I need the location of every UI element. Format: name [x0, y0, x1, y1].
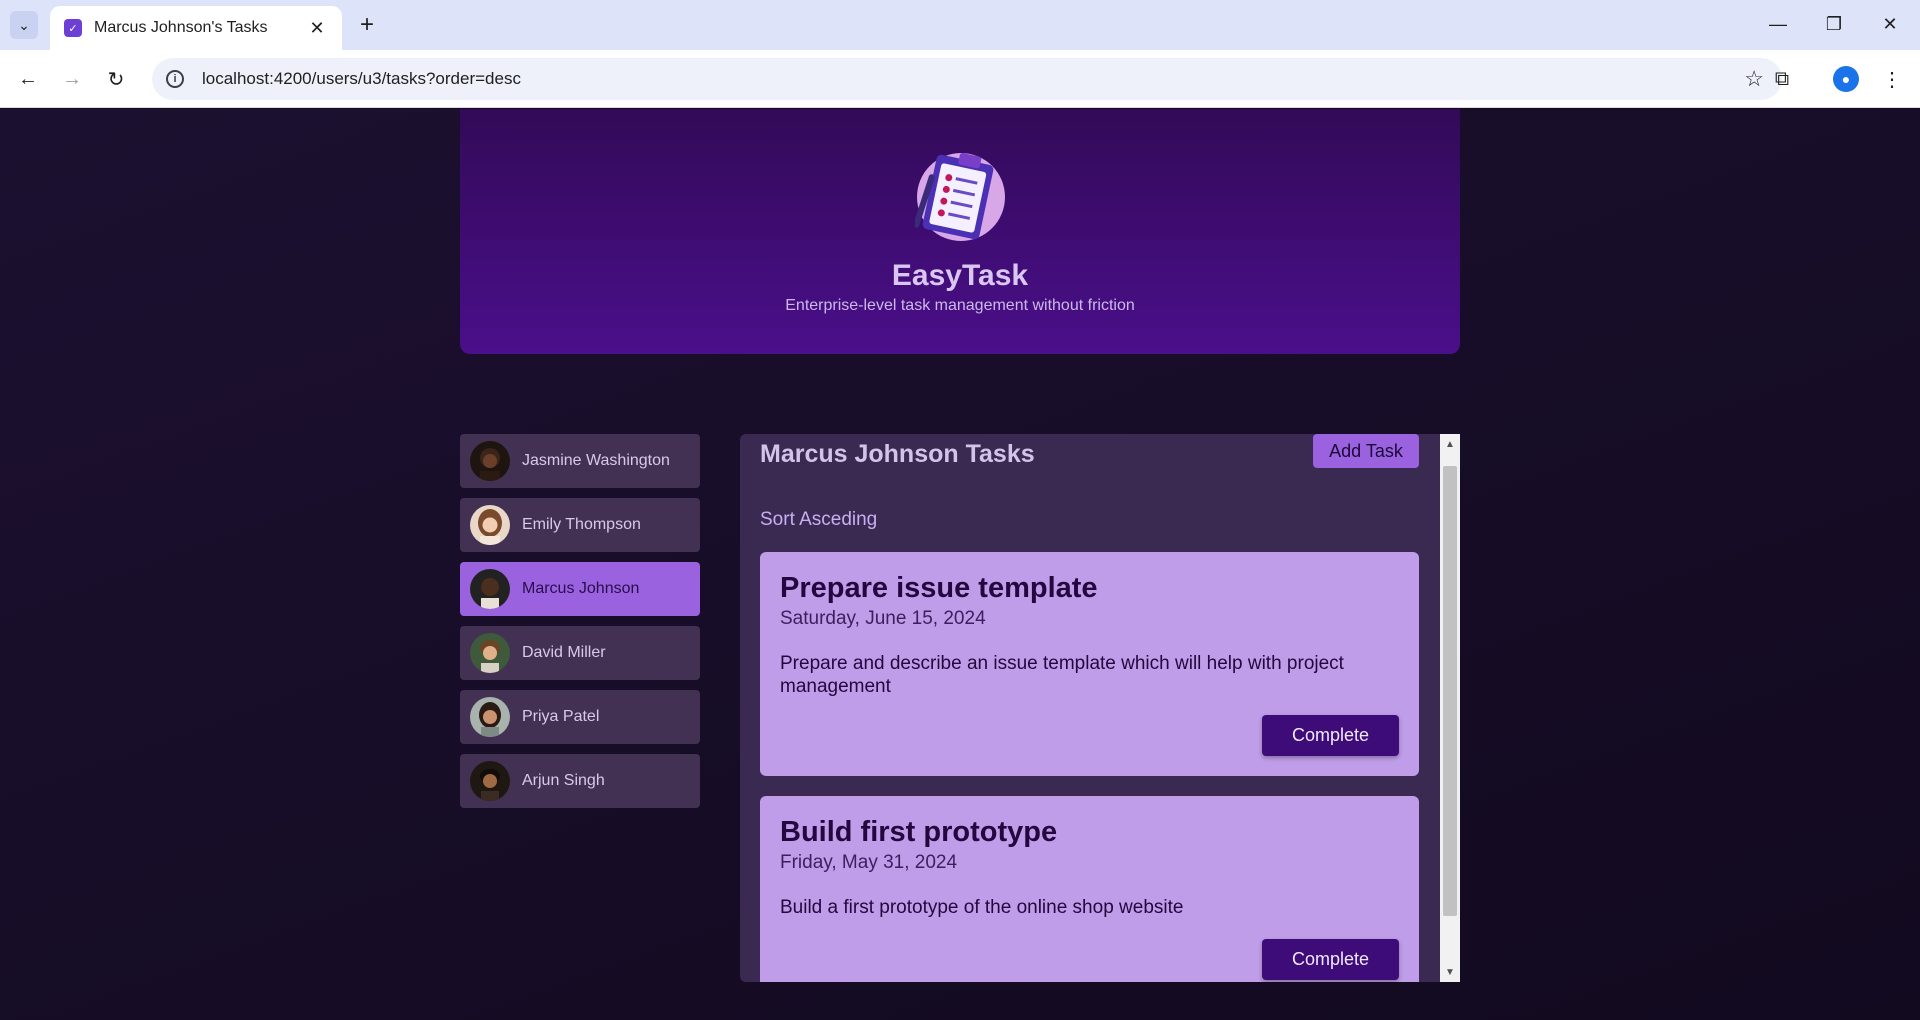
user-item-arjun-singh[interactable]: Arjun Singh — [460, 754, 700, 808]
close-tab-icon[interactable]: ✕ — [306, 18, 328, 39]
user-name: David Miller — [522, 644, 606, 661]
profile-avatar[interactable]: ● — [1830, 63, 1862, 95]
user-name: Marcus Johnson — [522, 580, 640, 597]
app-page: EasyTask Enterprise-level task managemen… — [0, 109, 1920, 1020]
user-item-marcus-johnson[interactable]: Marcus Johnson — [460, 562, 700, 616]
app-tagline: Enterprise-level task management without… — [785, 297, 1135, 314]
add-task-button[interactable]: Add Task — [1313, 434, 1419, 468]
url-text[interactable]: localhost:4200/users/u3/tasks?order=desc — [202, 69, 1744, 89]
app-brand: EasyTask — [891, 259, 1029, 292]
complete-button[interactable]: Complete — [1262, 939, 1399, 980]
address-bar[interactable]: i localhost:4200/users/u3/tasks?order=de… — [152, 58, 1782, 100]
restore-icon[interactable]: ❐ — [1814, 8, 1854, 40]
scroll-thumb[interactable] — [1443, 466, 1457, 916]
task-date: Saturday, June 15, 2024 — [780, 608, 986, 629]
avatar — [470, 697, 510, 737]
user-item-priya-patel[interactable]: Priya Patel — [460, 690, 700, 744]
tasks-scroll-area[interactable]: Marcus Johnson Tasks Add Task Sort Asced… — [740, 434, 1440, 982]
tab-list-icon[interactable]: ⌄ — [10, 11, 38, 39]
clipboard-favicon-icon: ✓ — [64, 19, 82, 37]
browser-tabbar: ⌄ ✓ Marcus Johnson's Tasks ✕ + — ❐ ✕ — [0, 0, 1920, 50]
close-window-icon[interactable]: ✕ — [1870, 8, 1910, 40]
avatar — [470, 761, 510, 801]
menu-kebab-icon[interactable]: ⋮ — [1876, 63, 1908, 95]
user-list: Jasmine Washington Emily Thompson Marcus… — [460, 434, 700, 818]
site-info-icon[interactable]: i — [166, 70, 184, 88]
bookmark-star-icon[interactable]: ☆ — [1744, 66, 1764, 92]
user-name: Jasmine Washington — [522, 452, 670, 469]
user-item-jasmine-washington[interactable]: Jasmine Washington — [460, 434, 700, 488]
user-name: Emily Thompson — [522, 516, 641, 533]
tasks-title: Marcus Johnson Tasks — [760, 440, 1035, 468]
scroll-up-arrow-icon[interactable]: ▲ — [1440, 434, 1460, 454]
user-item-david-miller[interactable]: David Miller — [460, 626, 700, 680]
avatar — [470, 441, 510, 481]
sort-toggle-link[interactable]: Sort Asceding — [760, 509, 877, 531]
extensions-icon[interactable]: ⧉ — [1766, 63, 1798, 95]
task-description: Build a first prototype of the online sh… — [780, 897, 1184, 918]
task-title: Build first prototype — [780, 816, 1058, 848]
forward-icon[interactable]: → — [56, 63, 88, 95]
task-description: Prepare and describe an issue template w… — [780, 653, 1344, 697]
user-name: Priya Patel — [522, 708, 600, 725]
user-name: Arjun Singh — [522, 772, 605, 789]
minimize-icon[interactable]: — — [1758, 8, 1798, 40]
task-card: Prepare issue template Saturday, June 15… — [760, 552, 1419, 776]
task-card: Build first prototype Friday, May 31, 20… — [760, 796, 1419, 982]
tab-title: Marcus Johnson's Tasks — [94, 19, 268, 36]
reload-icon[interactable]: ↻ — [100, 63, 132, 95]
profile-icon: ● — [1833, 66, 1859, 92]
clipboard-logo-icon — [915, 153, 1005, 241]
scroll-down-arrow-icon[interactable]: ▼ — [1440, 962, 1460, 982]
browser-tab[interactable]: ✓ Marcus Johnson's Tasks ✕ — [50, 6, 342, 50]
new-tab-icon[interactable]: + — [352, 10, 382, 40]
tasks-scrollbar[interactable]: ▲ ▼ — [1440, 434, 1460, 982]
browser-toolbar: ← → ↻ i localhost:4200/users/u3/tasks?or… — [0, 50, 1920, 108]
user-item-emily-thompson[interactable]: Emily Thompson — [460, 498, 700, 552]
avatar — [470, 569, 510, 609]
avatar — [470, 633, 510, 673]
back-icon[interactable]: ← — [12, 63, 44, 95]
complete-button[interactable]: Complete — [1262, 715, 1399, 756]
avatar — [470, 505, 510, 545]
task-date: Friday, May 31, 2024 — [780, 852, 958, 873]
tasks-panel: Marcus Johnson Tasks Add Task Sort Asced… — [740, 434, 1460, 982]
app-header: EasyTask Enterprise-level task managemen… — [460, 109, 1460, 354]
task-title: Prepare issue template — [780, 572, 1098, 604]
